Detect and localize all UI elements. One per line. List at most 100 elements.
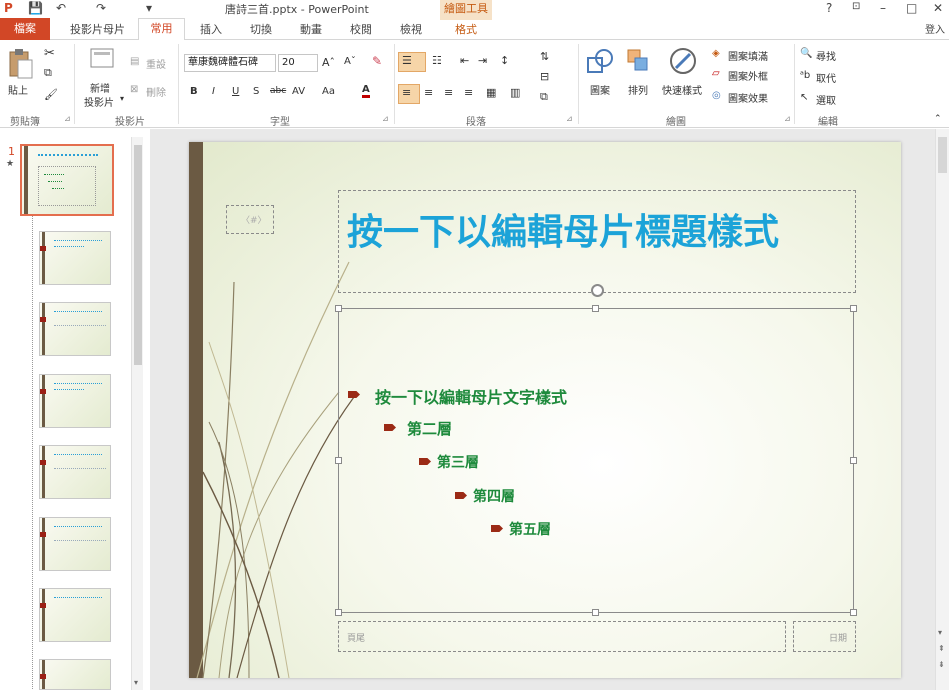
next-slide-icon[interactable]: ⇟ [938, 660, 945, 669]
copy-icon[interactable]: ⧉ [44, 66, 52, 80]
delete-button[interactable]: 刪除 [146, 84, 166, 99]
thumbnail-scrollbar[interactable]: ▾ [131, 137, 143, 690]
close-button[interactable]: ✕ [933, 1, 943, 15]
increase-indent-icon[interactable]: ⇥ [478, 54, 487, 67]
tab-review[interactable]: 校閱 [350, 21, 372, 37]
resize-handle[interactable] [592, 305, 599, 312]
new-slide-label[interactable]: 新增 [90, 80, 110, 95]
tab-file[interactable]: 檔案 [0, 18, 50, 40]
font-name-combo[interactable]: 華康魏碑體石碑 [184, 54, 276, 72]
grow-font-icon[interactable]: Aˆ [322, 56, 335, 69]
scroll-down-icon[interactable]: ▾ [134, 678, 138, 687]
bold-button[interactable]: B [190, 86, 198, 97]
character-spacing-button[interactable]: AV [292, 86, 305, 97]
shrink-font-icon[interactable]: Aˇ [344, 56, 356, 67]
text-shadow-button[interactable]: S [253, 86, 259, 97]
new-slide-icon[interactable] [90, 48, 114, 70]
line-spacing-icon[interactable]: ↕ [500, 54, 509, 67]
delete-icon[interactable]: ⊠ [130, 84, 138, 95]
thumbnail-layout[interactable] [39, 588, 111, 642]
resize-handle[interactable] [850, 457, 857, 464]
font-size-combo[interactable]: 20 [278, 54, 318, 72]
thumbnail-layout[interactable] [39, 374, 111, 428]
signin-link[interactable]: 登入 [925, 21, 945, 36]
underline-button[interactable]: U [232, 86, 239, 97]
shapes-icon[interactable] [586, 48, 614, 76]
columns-icon[interactable]: ▥ [510, 86, 520, 99]
scroll-down-icon[interactable]: ▾ [938, 628, 942, 637]
smartart-icon[interactable]: ⧉ [540, 90, 548, 104]
layout-icon[interactable]: ▤ [130, 56, 139, 67]
tab-home[interactable]: 常用 [138, 18, 185, 41]
paragraph-dialog-launcher-icon[interactable]: ⊿ [566, 114, 573, 123]
arrange-label[interactable]: 排列 [628, 82, 648, 97]
resize-handle[interactable] [850, 609, 857, 616]
reset-button[interactable]: 重設 [146, 56, 166, 71]
chevron-down-icon[interactable]: ▾ [120, 94, 124, 103]
tab-animations[interactable]: 動畫 [300, 21, 322, 37]
save-icon[interactable]: 💾 [28, 1, 43, 15]
replace-icon[interactable]: ᵃb [800, 70, 810, 81]
text-direction-icon[interactable]: ⇅ [540, 50, 549, 63]
shape-fill-icon[interactable]: ◈ [712, 48, 720, 59]
clipboard-dialog-launcher-icon[interactable]: ⊿ [64, 114, 71, 123]
resize-handle[interactable] [592, 609, 599, 616]
body-placeholder[interactable] [338, 308, 854, 613]
clear-formatting-icon[interactable]: ✎ [372, 54, 382, 68]
distributed-icon[interactable]: ▦ [486, 86, 496, 99]
shape-fill-button[interactable]: 圖案填滿 [728, 48, 768, 63]
undo-icon[interactable]: ↶ [56, 1, 66, 15]
shape-outline-button[interactable]: 圖案外框 [728, 68, 768, 83]
find-button[interactable]: 尋找 [816, 48, 836, 63]
help-button[interactable]: ? [826, 1, 832, 15]
replace-button[interactable]: 取代 [816, 70, 836, 85]
italic-button[interactable]: I [212, 86, 215, 97]
editor-vertical-scrollbar[interactable]: ▾ ⇞ ⇟ [935, 129, 949, 690]
ribbon-display-options-icon[interactable]: ⊡ [852, 1, 860, 12]
thumbnail-layout[interactable] [39, 302, 111, 356]
arrange-icon[interactable] [626, 48, 650, 76]
select-icon[interactable]: ↖ [800, 92, 808, 103]
drawing-dialog-launcher-icon[interactable]: ⊿ [784, 114, 791, 123]
strikethrough-button[interactable]: abc [270, 86, 286, 96]
change-case-button[interactable]: Aa [322, 86, 335, 97]
tab-view[interactable]: 檢視 [400, 21, 422, 37]
date-placeholder[interactable]: 〈#〉 [226, 205, 274, 234]
shape-effects-icon[interactable]: ◎ [712, 90, 721, 101]
select-button[interactable]: 選取 [816, 92, 836, 107]
minimize-button[interactable]: – [880, 1, 886, 15]
thumbnail-master[interactable] [20, 144, 114, 216]
new-slide-label2[interactable]: 投影片 [84, 94, 114, 109]
font-color-button[interactable]: A [362, 84, 370, 98]
maximize-button[interactable]: □ [906, 1, 917, 15]
quick-styles-label[interactable]: 快速樣式 [662, 82, 702, 97]
editor-scroll-thumb[interactable] [938, 137, 947, 173]
tab-slide-master[interactable]: 投影片母片 [70, 21, 125, 37]
resize-handle[interactable] [335, 609, 342, 616]
redo-icon[interactable]: ↷ [96, 1, 106, 15]
thumbnail-scroll-thumb[interactable] [134, 145, 142, 365]
customize-quick-access-icon[interactable]: ▾ [146, 1, 152, 15]
align-right-icon[interactable]: ≡ [444, 86, 453, 99]
font-dialog-launcher-icon[interactable]: ⊿ [382, 114, 389, 123]
format-painter-icon[interactable]: 🖌 [44, 88, 58, 101]
collapse-ribbon-icon[interactable]: ⌃ [934, 114, 942, 124]
thumbnail-layout[interactable] [39, 445, 111, 499]
footer-placeholder[interactable]: 頁尾 [338, 621, 786, 652]
previous-slide-icon[interactable]: ⇞ [938, 644, 945, 653]
align-center-icon[interactable]: ≡ [424, 86, 433, 99]
tab-insert[interactable]: 插入 [200, 21, 222, 37]
align-left-icon[interactable]: ≡ [402, 86, 411, 99]
rotation-handle[interactable] [591, 284, 604, 297]
align-text-icon[interactable]: ⊟ [540, 70, 549, 83]
thumbnail-layout[interactable] [39, 517, 111, 571]
resize-handle[interactable] [335, 305, 342, 312]
shape-outline-icon[interactable]: ▱ [712, 68, 720, 79]
numbering-icon[interactable]: ☷ [432, 54, 442, 67]
thumbnail-layout[interactable] [39, 231, 111, 285]
thumbnail-layout[interactable] [39, 659, 111, 690]
cut-icon[interactable]: ✂ [44, 46, 55, 61]
quick-styles-icon[interactable] [668, 46, 698, 76]
paste-label[interactable]: 貼上 [8, 82, 28, 97]
paste-icon[interactable] [8, 48, 34, 80]
